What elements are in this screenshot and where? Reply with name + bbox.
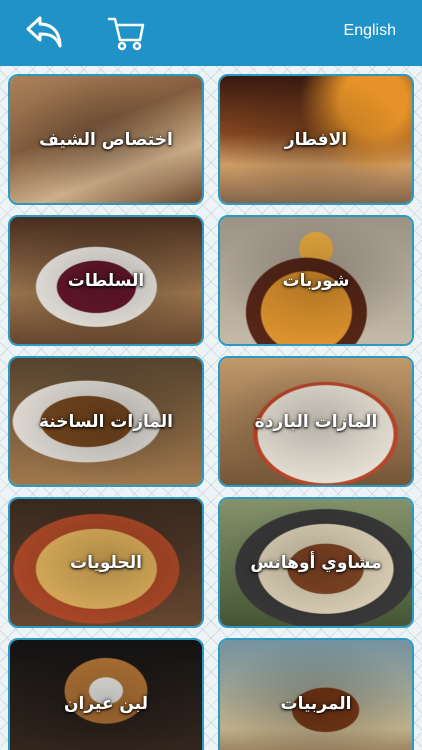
category-tile-jams[interactable]: المربيات [218, 638, 414, 750]
category-tile-soups[interactable]: شوربات [218, 215, 414, 346]
reply-arrow-icon [26, 16, 62, 48]
language-toggle[interactable]: English [344, 22, 396, 40]
app-header: English [0, 0, 422, 66]
category-label: مشاوي أوهانس [250, 552, 382, 573]
category-tile-breakfast[interactable]: الافطار [218, 74, 414, 205]
category-tile-hot-mezze[interactable]: المازات الساخنة [8, 356, 204, 487]
shopping-cart-icon [107, 17, 145, 51]
category-label: الحلويات [70, 552, 142, 573]
category-tile-chef-special[interactable]: اختصاص الشيف [8, 74, 204, 205]
category-tile-desserts[interactable]: الحلويات [8, 497, 204, 628]
category-label: المازات الساخنة [39, 411, 173, 432]
category-tile-cold-mezze[interactable]: المازات الباردة [218, 356, 414, 487]
category-tile-ayran[interactable]: لبن عيران [8, 638, 204, 750]
category-label: لبن عيران [63, 693, 148, 714]
back-button[interactable] [24, 14, 64, 50]
category-label: الافطار [284, 129, 348, 150]
category-tile-grills[interactable]: مشاوي أوهانس [218, 497, 414, 628]
category-label: المازات الباردة [254, 411, 378, 432]
cart-button[interactable] [106, 14, 146, 52]
category-label: اختصاص الشيف [39, 129, 173, 150]
category-label: السلطات [67, 270, 145, 291]
category-label: شوربات [282, 270, 350, 291]
category-label: المربيات [280, 693, 352, 714]
category-tile-salads[interactable]: السلطات [8, 215, 204, 346]
